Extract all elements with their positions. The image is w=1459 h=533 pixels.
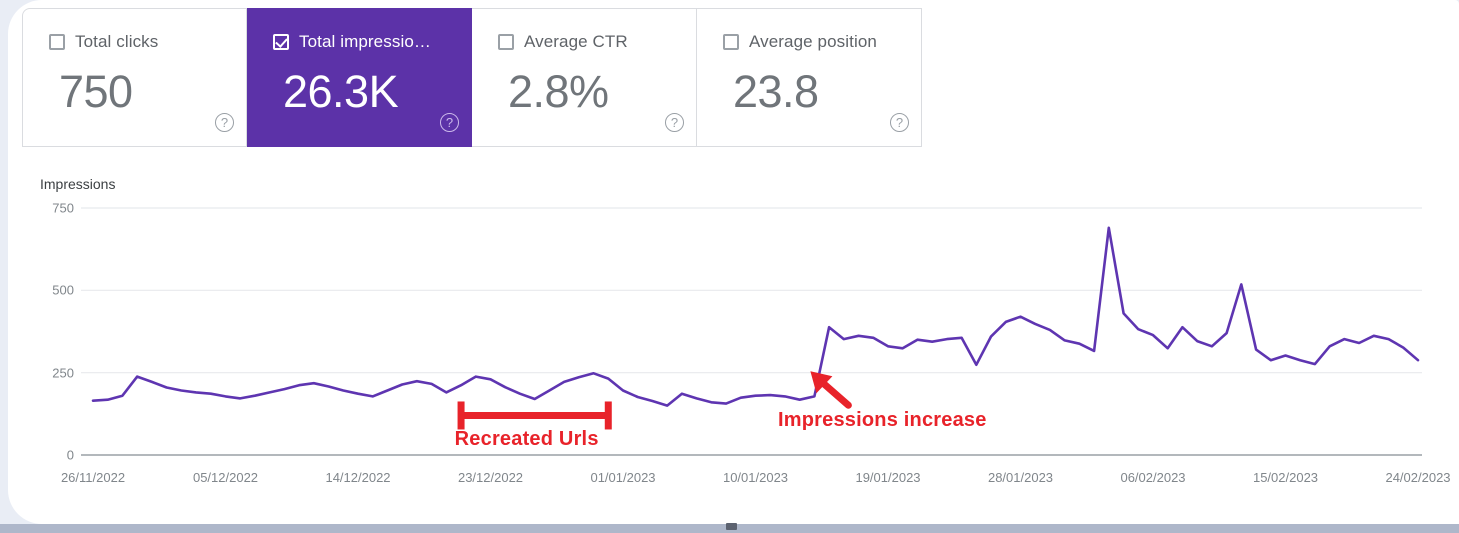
metric-card-total-clicks[interactable]: Total clicks 750?	[22, 8, 247, 147]
metric-card-average-position[interactable]: Average position 23.8?	[697, 8, 922, 147]
x-tick-label: 06/02/2023	[1120, 470, 1186, 485]
x-tick-label: 26/11/2022	[60, 470, 126, 485]
metric-card-value: 750	[59, 66, 133, 117]
metric-card-total-impressio[interactable]: Total impressio… 26.3K?	[247, 8, 472, 147]
metric-card-label: Total clicks	[75, 32, 159, 51]
metric-card-value: 26.3K	[283, 66, 399, 117]
checkbox-unchecked-icon[interactable]	[723, 34, 739, 50]
impressions-line-series	[91, 226, 1420, 407]
metric-card-label: Total impressio…	[299, 32, 431, 51]
recreated-urls-annotation-label: Recreated Urls	[454, 428, 599, 450]
x-tick-label: 01/01/2023	[590, 470, 656, 485]
metric-cards-row: Total clicks 750? Total impressio… 26.3K? Av…	[22, 8, 922, 147]
help-icon[interactable]: ?	[890, 113, 909, 132]
metric-card-label: Average CTR	[524, 32, 628, 51]
x-axis-labels: 26/11/2022 05/12/2022 14/12/2022 23/12/2022…	[8, 470, 1459, 492]
impressions-increase-annotation-label: Impressions increase	[778, 409, 987, 431]
metric-card-average-ctr[interactable]: Average CTR 2.8%?	[472, 8, 697, 147]
help-icon[interactable]: ?	[665, 113, 684, 132]
metric-card-header: Average CTR	[498, 32, 628, 52]
x-tick-label: 23/12/2022	[457, 470, 524, 485]
metric-card-header: Total impressio…	[273, 32, 431, 52]
x-tick-label: 15/02/2023	[1252, 470, 1319, 485]
metric-card-value: 2.8%	[508, 66, 609, 117]
metric-card-header: Total clicks	[49, 32, 158, 52]
checkbox-checked-icon[interactable]	[273, 34, 289, 50]
help-icon[interactable]: ?	[440, 113, 459, 132]
metric-card-label: Average position	[749, 32, 877, 51]
page-root: Total clicks 750? Total impressio… 26.3K? Av…	[0, 0, 1459, 533]
x-tick-label: 19/01/2023	[855, 470, 921, 485]
resize-handle[interactable]	[726, 523, 737, 530]
help-icon[interactable]: ?	[215, 113, 234, 132]
metric-card-header: Average position	[723, 32, 877, 52]
x-tick-label: 24/02/2023	[1385, 470, 1451, 485]
chart-title: Impressions	[40, 176, 116, 192]
x-tick-label: 14/12/2022	[325, 470, 391, 485]
x-tick-label: 28/01/2023	[987, 470, 1054, 485]
checkbox-unchecked-icon[interactable]	[498, 34, 514, 50]
metric-card-value: 23.8	[733, 66, 819, 117]
x-tick-label: 05/12/2022	[192, 470, 259, 485]
impressions-line-chart	[81, 207, 1422, 456]
x-tick-label: 10/01/2023	[722, 470, 789, 485]
checkbox-unchecked-icon[interactable]	[49, 34, 65, 50]
search-performance-panel: Total clicks 750? Total impressio… 26.3K? Av…	[8, 0, 1459, 524]
